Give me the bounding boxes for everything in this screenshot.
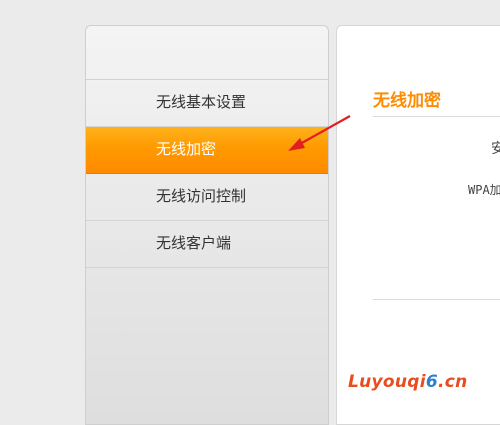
watermark-logo: Luyouqi6.cn xyxy=(348,372,468,392)
sidebar-item-wireless-access-control[interactable]: 无线访问控制 xyxy=(86,174,328,221)
clipped-label-wpa: WPA加 xyxy=(468,183,500,197)
sidebar: 无线基本设置 无线加密 无线访问控制 无线客户端 xyxy=(85,25,329,425)
content-panel: 无线加密 安 WPA加 xyxy=(336,25,500,425)
watermark-text-2: 6 xyxy=(425,372,439,392)
clipped-label: 安 xyxy=(491,138,500,158)
title-divider xyxy=(373,116,500,117)
sidebar-item-wireless-basic-settings[interactable]: 无线基本设置 xyxy=(86,80,328,127)
sidebar-header xyxy=(86,26,328,80)
sidebar-item-wireless-encryption[interactable]: 无线加密 xyxy=(86,127,328,174)
page-title: 无线加密 xyxy=(373,91,441,111)
sidebar-item-wireless-clients[interactable]: 无线客户端 xyxy=(86,221,328,268)
section-divider xyxy=(373,299,500,300)
watermark-text-3: .cn xyxy=(438,372,468,392)
watermark-text-1: Luyouqi xyxy=(348,372,426,392)
